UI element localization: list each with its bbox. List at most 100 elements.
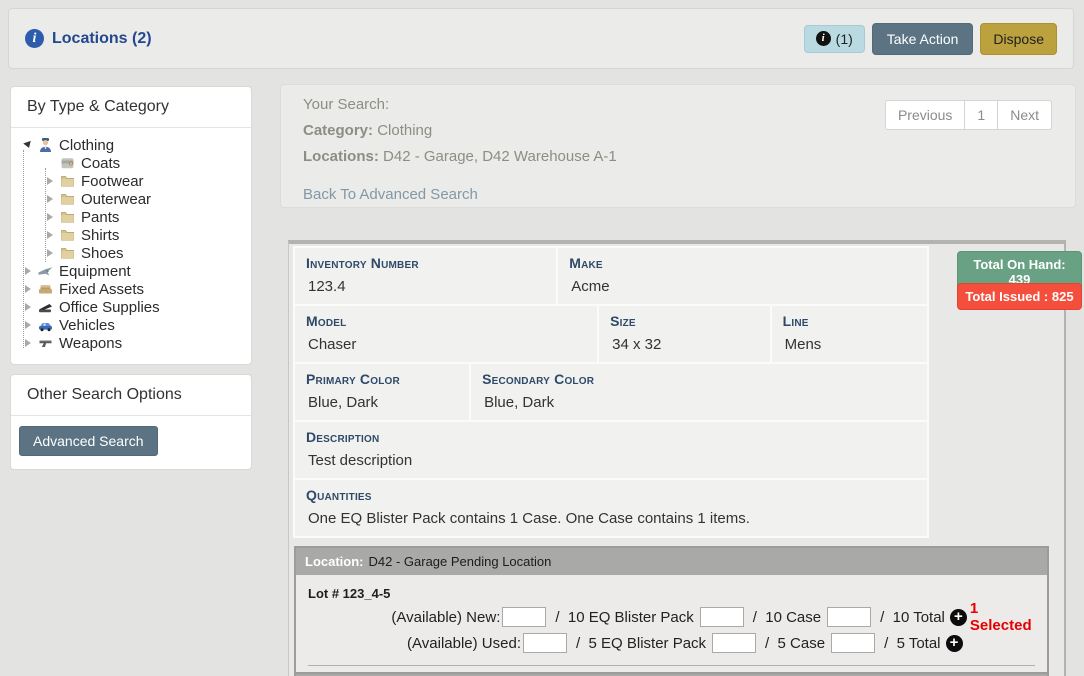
field-label: Quantities bbox=[306, 487, 916, 503]
tree-item-coats[interactable]: Coats bbox=[17, 154, 245, 172]
header-buttons: i (1) Take Action Dispose bbox=[804, 23, 1057, 55]
pagination-next-button[interactable]: Next bbox=[998, 100, 1052, 130]
qty-input-new-case[interactable] bbox=[827, 607, 871, 627]
tree-item-label: Office Supplies bbox=[59, 299, 160, 316]
location-header-bar: Location: D42 - Garage Pending Location bbox=[296, 548, 1047, 575]
take-action-button[interactable]: Take Action bbox=[872, 23, 974, 55]
tree-expander-icon[interactable] bbox=[45, 212, 55, 222]
tree-item-label: Outerwear bbox=[81, 191, 151, 208]
field-value: 34 x 32 bbox=[610, 336, 759, 353]
tree-item-label: Shoes bbox=[81, 245, 124, 262]
sofa-icon bbox=[37, 281, 54, 297]
tree-item-office-supplies[interactable]: Office Supplies bbox=[17, 298, 245, 316]
locations-label: Locations: bbox=[303, 148, 379, 165]
tree-item-clothing[interactable]: Clothing bbox=[17, 136, 245, 154]
tree-expander-icon[interactable] bbox=[23, 140, 33, 150]
qty-input-used-each[interactable] bbox=[523, 633, 567, 653]
pagination-page-1-button[interactable]: 1 bbox=[965, 100, 998, 130]
pagination: Previous 1 Next bbox=[885, 100, 1052, 130]
tree-item-pants[interactable]: Pants bbox=[17, 208, 245, 226]
qty-row-used: (Available) Used: / 5 EQ Blister Pack / … bbox=[306, 630, 1037, 656]
field-value: Test description bbox=[306, 452, 916, 469]
qty-row-label: (Available) Used: bbox=[306, 635, 521, 652]
tree-expander-icon[interactable] bbox=[23, 284, 33, 294]
info-count-button[interactable]: i (1) bbox=[804, 25, 865, 53]
total-issued-badge: Total Issued : 825 bbox=[957, 283, 1082, 310]
field-primary-color: Primary Color Blue, Dark bbox=[295, 364, 469, 420]
folder-icon bbox=[59, 191, 76, 207]
info-icon: i bbox=[25, 29, 44, 48]
qty-input-used-case[interactable] bbox=[831, 633, 875, 653]
tree-expander-icon[interactable] bbox=[45, 248, 55, 258]
detail-row: Model Chaser Size 34 x 32 Line Mens bbox=[295, 306, 927, 362]
field-value: One EQ Blister Pack contains 1 Case. One… bbox=[306, 510, 916, 527]
qty-separator: / 10 EQ Blister Pack bbox=[555, 609, 693, 626]
qty-separator: / 5 Total bbox=[884, 635, 940, 652]
lot-number-label: Lot # 123_4-5 bbox=[308, 586, 1037, 601]
field-value: Acme bbox=[569, 278, 916, 295]
qty-input-new-blister-pack[interactable] bbox=[700, 607, 744, 627]
tree-expander-icon[interactable] bbox=[45, 176, 55, 186]
field-value: Mens bbox=[783, 336, 916, 353]
tree-item-label: Vehicles bbox=[59, 317, 115, 334]
info-icon: i bbox=[816, 31, 831, 46]
folder-icon bbox=[59, 209, 76, 225]
item-detail-grid: Inventory Number 123.4 Make Acme Model C… bbox=[293, 246, 929, 538]
locations-value: D42 - Garage, D42 Warehouse A-1 bbox=[383, 148, 617, 165]
tree-expander-icon[interactable] bbox=[45, 194, 55, 204]
qty-input-used-blister-pack[interactable] bbox=[712, 633, 756, 653]
tree-item-fixed-assets[interactable]: Fixed Assets bbox=[17, 280, 245, 298]
field-label: Inventory Number bbox=[306, 255, 545, 271]
type-category-title: By Type & Category bbox=[11, 87, 251, 128]
field-secondary-color: Secondary Color Blue, Dark bbox=[471, 364, 927, 420]
field-label: Size bbox=[610, 313, 759, 329]
tree-expander-icon[interactable] bbox=[45, 230, 55, 240]
back-to-advanced-search-link[interactable]: Back To Advanced Search bbox=[303, 186, 478, 203]
field-quantities: Quantities One EQ Blister Pack contains … bbox=[295, 480, 927, 536]
tree-expander-icon[interactable] bbox=[23, 338, 33, 348]
dispose-button[interactable]: Dispose bbox=[980, 23, 1057, 55]
tree-item-equipment[interactable]: Equipment bbox=[17, 262, 245, 280]
tree-item-label: Footwear bbox=[81, 173, 144, 190]
tree-item-label: Equipment bbox=[59, 263, 131, 280]
coat-icon bbox=[59, 155, 76, 171]
advanced-search-button[interactable]: Advanced Search bbox=[19, 426, 158, 456]
folder-icon bbox=[59, 173, 76, 189]
field-inventory-number: Inventory Number 123.4 bbox=[295, 248, 556, 304]
add-plus-icon[interactable]: + bbox=[950, 609, 967, 626]
tree-item-label: Pants bbox=[81, 209, 119, 226]
qty-separator: / 5 EQ Blister Pack bbox=[576, 635, 706, 652]
selected-count-label: 1 Selected bbox=[970, 600, 1037, 634]
pagination-previous-button[interactable]: Previous bbox=[885, 100, 965, 130]
jet-icon bbox=[37, 263, 54, 279]
gun-icon bbox=[37, 335, 54, 351]
tree-expander-icon[interactable] bbox=[23, 266, 33, 276]
tree-item-shirts[interactable]: Shirts bbox=[17, 226, 245, 244]
location-section: Location: D42 - Garage Pending Location … bbox=[294, 546, 1049, 676]
location-label: Location: bbox=[305, 554, 364, 569]
tree-item-outerwear[interactable]: Outerwear bbox=[17, 190, 245, 208]
add-plus-icon[interactable]: + bbox=[946, 635, 963, 652]
title-group: i Locations (2) bbox=[25, 29, 152, 48]
tree-item-label: Fixed Assets bbox=[59, 281, 144, 298]
field-label: Secondary Color bbox=[482, 371, 916, 387]
qty-separator: / 10 Case bbox=[753, 609, 821, 626]
tree-expander-icon[interactable] bbox=[23, 320, 33, 330]
qty-row-new: (Available) New: / 10 EQ Blister Pack / … bbox=[306, 604, 1037, 630]
field-value: Blue, Dark bbox=[306, 394, 458, 411]
other-search-title: Other Search Options bbox=[11, 375, 251, 416]
category-value: Clothing bbox=[377, 122, 432, 139]
search-summary-panel: Your Search: Category: Clothing Location… bbox=[280, 84, 1076, 208]
tree-item-footwear[interactable]: Footwear bbox=[17, 172, 245, 190]
field-value: Chaser bbox=[306, 336, 586, 353]
detail-row: Description Test description bbox=[295, 422, 927, 478]
qty-input-new-each[interactable] bbox=[502, 607, 546, 627]
field-label: Make bbox=[569, 255, 916, 271]
tree-item-vehicles[interactable]: Vehicles bbox=[17, 316, 245, 334]
tree-item-weapons[interactable]: Weapons bbox=[17, 334, 245, 352]
other-search-body: Advanced Search bbox=[11, 416, 251, 469]
tree-item-shoes[interactable]: Shoes bbox=[17, 244, 245, 262]
tree-expander-icon[interactable] bbox=[23, 302, 33, 312]
qty-separator: / 5 Case bbox=[765, 635, 825, 652]
field-label: Model bbox=[306, 313, 586, 329]
